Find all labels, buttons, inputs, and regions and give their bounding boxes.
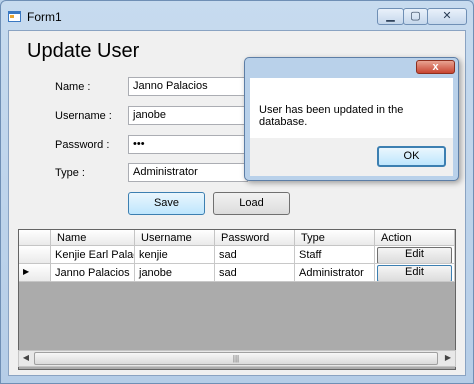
current-row-icon: ▶ xyxy=(23,267,30,276)
cell-action: Edit xyxy=(375,264,455,282)
column-header-password[interactable]: Password xyxy=(215,230,295,246)
close-icon: ✕ xyxy=(442,10,452,22)
type-label: Type : xyxy=(55,167,85,179)
app-icon xyxy=(8,11,21,22)
scroll-right-icon[interactable]: ▶ xyxy=(442,353,454,364)
ok-button[interactable]: OK xyxy=(377,146,446,167)
name-field[interactable]: Janno Palacios xyxy=(128,77,248,96)
close-icon: x xyxy=(432,61,439,73)
cell-password[interactable]: sad xyxy=(215,246,295,264)
edit-button[interactable]: Edit xyxy=(377,247,452,263)
column-header-type[interactable]: Type xyxy=(295,230,375,246)
password-label: Password : xyxy=(55,139,110,151)
row-header[interactable]: ▶ xyxy=(19,264,51,282)
type-field[interactable]: Administrator xyxy=(128,163,248,182)
maximize-icon: ▢ xyxy=(410,10,421,22)
save-button[interactable]: Save xyxy=(128,192,205,215)
cell-name[interactable]: Janno Palacios xyxy=(51,264,135,282)
grid-corner-header xyxy=(19,230,51,246)
message-box-close-button[interactable]: x xyxy=(416,60,455,74)
cell-username[interactable]: kenjie xyxy=(135,246,215,264)
password-field[interactable]: ••• xyxy=(128,135,248,154)
column-header-action[interactable]: Action xyxy=(375,230,455,246)
username-label: Username : xyxy=(55,110,112,122)
cell-name[interactable]: Kenjie Earl Palaci... xyxy=(51,246,135,264)
row-header[interactable] xyxy=(19,246,51,264)
column-header-username[interactable]: Username xyxy=(135,230,215,246)
maximize-button[interactable]: ▢ xyxy=(403,8,428,25)
cell-action: Edit xyxy=(375,246,455,264)
close-button[interactable]: ✕ xyxy=(427,8,467,25)
cell-password[interactable]: sad xyxy=(215,264,295,282)
minimize-icon: ▁ xyxy=(386,10,395,22)
column-header-name[interactable]: Name xyxy=(51,230,135,246)
scroll-left-icon[interactable]: ◀ xyxy=(20,353,32,364)
scrollbar-thumb[interactable]: ||| xyxy=(34,352,438,365)
cell-username[interactable]: janobe xyxy=(135,264,215,282)
cell-type[interactable]: Staff xyxy=(295,246,375,264)
username-field[interactable]: janobe xyxy=(128,106,248,125)
message-text: User has been updated in the database. xyxy=(259,104,404,128)
page-title: Update User xyxy=(27,40,140,62)
edit-button[interactable]: Edit xyxy=(377,265,452,281)
minimize-button[interactable]: ▁ xyxy=(377,8,404,25)
name-label: Name : xyxy=(55,81,91,93)
window-title: Form1 xyxy=(27,10,62,24)
cell-type[interactable]: Administrator xyxy=(295,264,375,282)
load-button[interactable]: Load xyxy=(213,192,290,215)
